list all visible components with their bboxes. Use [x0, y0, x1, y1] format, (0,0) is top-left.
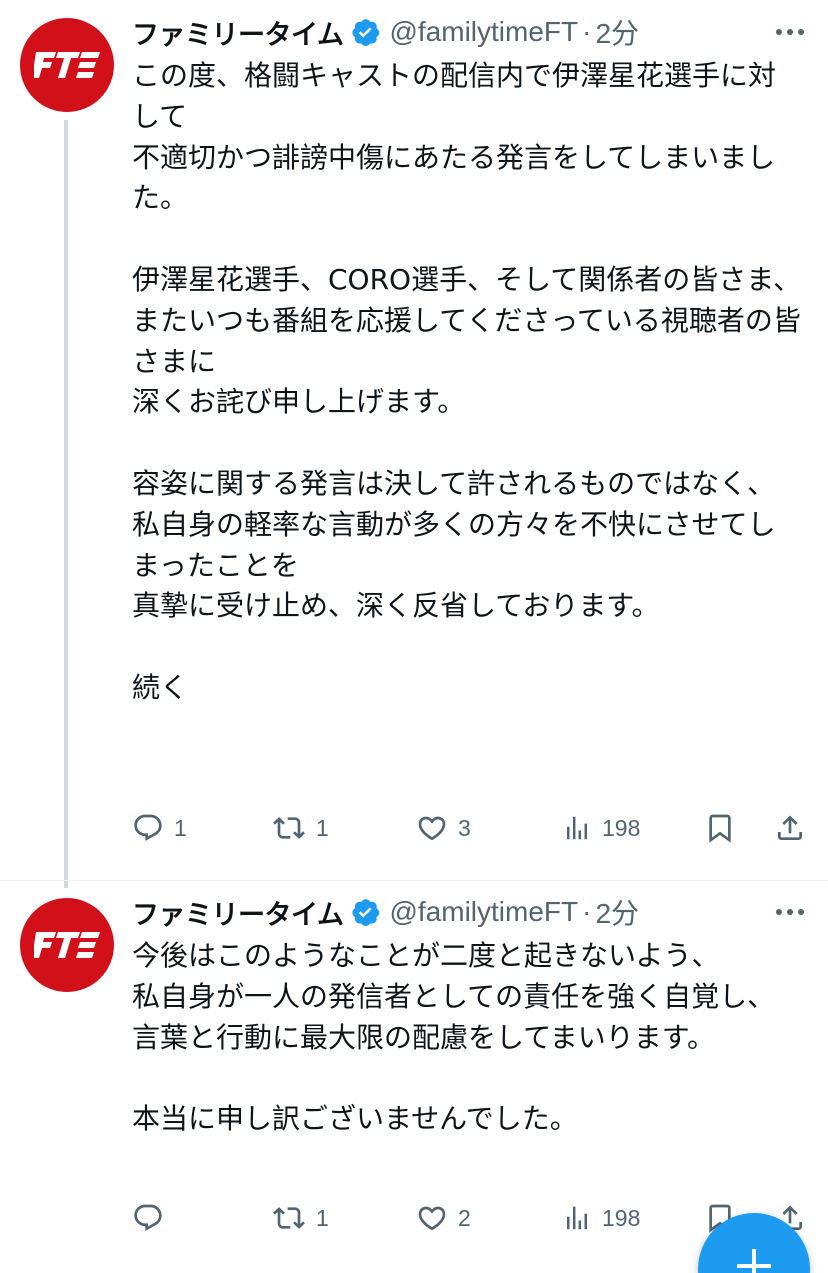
tweet-text: この度、格闘キャストの配信内で伊澤星花選手に対して 不適切かつ誹謗中傷にあたる発…: [132, 59, 802, 704]
ft-logo-icon: [34, 52, 100, 78]
action-bar: 1 1 3 198: [132, 806, 808, 850]
verified-badge-icon: [351, 897, 381, 927]
views-count: 198: [602, 814, 641, 841]
timestamp[interactable]: 2分: [595, 12, 639, 52]
action-bar: 1 2 198: [132, 1196, 808, 1240]
display-name[interactable]: ファミリータイム: [132, 893, 344, 932]
timestamp[interactable]: 2分: [595, 892, 639, 932]
heart-icon: [418, 1206, 446, 1231]
retweet-count: 1: [316, 814, 329, 841]
tweet[interactable]: ファミリータイム @familytimeFT · 2分 今後はこのようなことが二…: [0, 880, 828, 1273]
retweet-count: 1: [316, 1204, 329, 1231]
share-button[interactable]: [774, 806, 806, 850]
reply-icon: [134, 814, 162, 841]
verified-badge-icon: [351, 17, 381, 47]
tweet[interactable]: ファミリータイム @familytimeFT · 2分 この度、格闘キャストの配…: [0, 0, 828, 888]
more-dots-icon[interactable]: [772, 14, 808, 50]
avatar[interactable]: [20, 898, 114, 992]
views-button[interactable]: 198: [562, 806, 640, 850]
like-count: 3: [458, 814, 471, 841]
reply-count: 1: [174, 814, 187, 841]
compose-plus-icon: [737, 1249, 771, 1273]
timeline: ファミリータイム @familytimeFT · 2分 この度、格闘キャストの配…: [0, 0, 828, 1273]
handle[interactable]: @familytimeFT: [389, 896, 578, 928]
separator: ·: [582, 16, 592, 47]
separator: ·: [582, 896, 592, 927]
tweet-header: ファミリータイム @familytimeFT · 2分: [132, 890, 808, 934]
like-button[interactable]: 2: [416, 1196, 471, 1240]
views-bar-icon: [567, 816, 587, 840]
like-button[interactable]: 3: [416, 806, 471, 850]
bookmark-button[interactable]: [704, 806, 736, 850]
like-count: 2: [458, 1204, 471, 1231]
handle[interactable]: @familytimeFT: [389, 16, 578, 48]
display-name[interactable]: ファミリータイム: [132, 13, 344, 52]
retweet-button[interactable]: 1: [272, 1196, 329, 1240]
avatar[interactable]: [20, 18, 114, 112]
views-count: 198: [602, 1204, 641, 1231]
more-dots-icon[interactable]: [772, 894, 808, 930]
thread-line: [64, 120, 68, 888]
retweet-icon: [273, 817, 305, 839]
retweet-button[interactable]: 1: [272, 806, 329, 850]
views-bar-icon: [567, 1206, 587, 1230]
reply-icon: [134, 1204, 162, 1231]
tweet-header: ファミリータイム @familytimeFT · 2分: [132, 10, 808, 54]
views-button[interactable]: 198: [562, 1196, 640, 1240]
share-icon: [778, 815, 802, 840]
heart-icon: [418, 816, 446, 841]
reply-button[interactable]: 1: [132, 806, 187, 850]
ft-logo-icon: [34, 932, 100, 958]
reply-button[interactable]: [132, 1196, 174, 1240]
retweet-icon: [273, 1207, 305, 1229]
bookmark-icon: [709, 814, 731, 843]
tweet-text: 今後はこのようなことが二度と起きないよう、 私自身が一人の発信者としての責任を強…: [132, 939, 776, 1136]
